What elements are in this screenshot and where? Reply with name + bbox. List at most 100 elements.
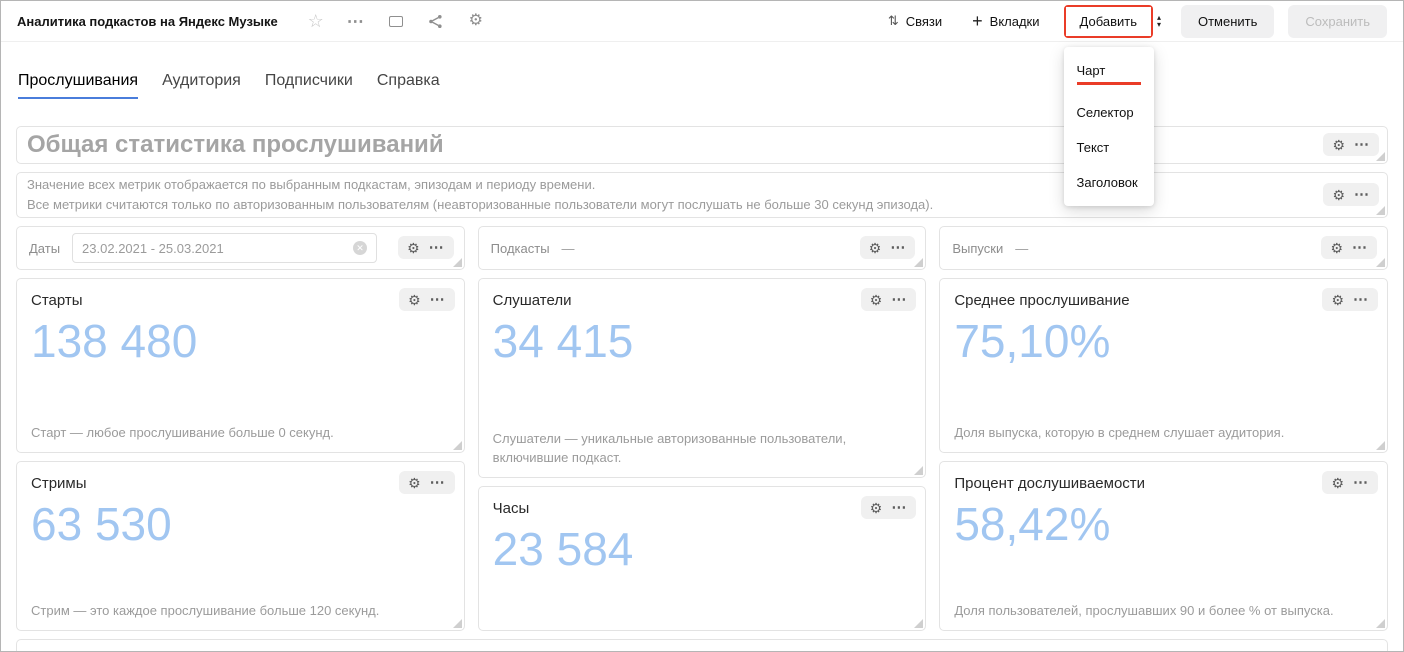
resize-handle[interactable]: [1376, 152, 1385, 161]
settings-gear-icon[interactable]: ⚙: [465, 13, 487, 29]
metric-title: Часы: [493, 500, 912, 517]
tab-audience[interactable]: Аудитория: [162, 72, 241, 99]
widget-settings-icon[interactable]: ⚙: [869, 241, 882, 255]
widget-menu-icon[interactable]: ⋯: [430, 475, 446, 490]
widget-menu-icon[interactable]: ⋯: [1353, 475, 1369, 490]
widget-menu-icon[interactable]: ⋯: [430, 292, 446, 307]
selector-label: Даты: [29, 241, 60, 256]
tab-listens[interactable]: Прослушивания: [18, 72, 138, 99]
widget-controls: ⚙ ⋯: [861, 496, 917, 519]
resize-handle[interactable]: [914, 258, 923, 267]
widget-menu-icon[interactable]: ⋯: [1354, 137, 1370, 152]
metric-value: 138 480: [31, 314, 450, 368]
selector-label: Выпуски: [952, 241, 1003, 256]
selector-label: Подкасты: [491, 241, 550, 256]
selector-podcasts: Подкасты — ⚙ ⋯: [478, 226, 927, 270]
resize-handle[interactable]: [1376, 258, 1385, 267]
menu-item-text[interactable]: Текст: [1064, 130, 1154, 165]
metric-title: Стримы: [31, 475, 450, 492]
metric-description: Старт — любое прослушивание больше 0 сек…: [31, 424, 448, 442]
cancel-button[interactable]: Отменить: [1181, 5, 1274, 38]
widget-menu-icon[interactable]: ⋯: [1353, 292, 1369, 307]
widget-menu-icon[interactable]: ⋯: [890, 240, 906, 255]
partial-widget-bottom: [16, 639, 1388, 652]
widget-controls: ⚙ ⋯: [399, 471, 455, 494]
add-dropdown-toggle[interactable]: ▴ ▾: [1153, 12, 1165, 30]
resize-handle[interactable]: [1376, 206, 1385, 215]
save-button[interactable]: Сохранить: [1288, 5, 1387, 38]
resize-handle[interactable]: [453, 619, 462, 628]
annotation-highlight-box: Добавить: [1064, 5, 1153, 38]
metric-title: Среднее прослушивание: [954, 292, 1373, 309]
widget-controls: ⚙ ⋯: [1323, 183, 1379, 206]
widget-settings-icon[interactable]: ⚙: [1331, 293, 1344, 307]
widget-controls: ⚙ ⋯: [1321, 236, 1377, 259]
widget-controls: ⚙ ⋯: [1322, 288, 1378, 311]
metric-description: Доля пользователей, прослушавших 90 и бо…: [954, 602, 1371, 620]
widget-settings-icon[interactable]: ⚙: [408, 476, 421, 490]
date-range-input[interactable]: 23.02.2021 - 25.03.2021 ✕: [72, 233, 377, 263]
share-glyph: [428, 14, 443, 29]
caret-down-icon: ▾: [1157, 21, 1161, 28]
resize-handle[interactable]: [453, 441, 462, 450]
more-actions-icon[interactable]: ⋯: [345, 13, 367, 30]
widget-settings-icon[interactable]: ⚙: [1332, 188, 1345, 202]
widget-controls: ⚙ ⋯: [398, 236, 454, 259]
widget-settings-icon[interactable]: ⚙: [408, 293, 421, 307]
resize-handle[interactable]: [453, 258, 462, 267]
widget-menu-icon[interactable]: ⋯: [1354, 187, 1370, 202]
menu-item-chart-label: Чарт: [1077, 63, 1106, 78]
menu-item-selector[interactable]: Селектор: [1064, 95, 1154, 130]
resize-handle[interactable]: [914, 619, 923, 628]
metric-value: 63 530: [31, 497, 450, 551]
metric-value: 34 415: [493, 314, 912, 368]
metric-title: Слушатели: [493, 292, 912, 309]
metric-card-listeners: Слушатели 34 415 Слушатели — уникальные …: [478, 278, 927, 478]
metric-value: 23 584: [493, 522, 912, 576]
selectors-row: Даты 23.02.2021 - 25.03.2021 ✕ ⚙ ⋯ Подка…: [16, 226, 1388, 270]
dashboard-content: Общая статистика прослушиваний ⚙ ⋯ Значе…: [1, 126, 1403, 652]
widget-settings-icon[interactable]: ⚙: [1332, 138, 1345, 152]
widget-menu-icon[interactable]: ⋯: [1352, 240, 1368, 255]
share-icon[interactable]: [425, 14, 447, 29]
resize-handle[interactable]: [1376, 441, 1385, 450]
add-menu: Чарт Селектор Текст Заголовок: [1064, 47, 1154, 206]
widget-menu-icon[interactable]: ⋯: [891, 292, 907, 307]
section-title: Общая статистика прослушиваний: [27, 131, 444, 159]
add-tab-button[interactable]: + Вкладки: [964, 12, 1047, 30]
toolbar: Аналитика подкастов на Яндекс Музыке ☆ ⋯…: [1, 1, 1403, 42]
selector-episodes: Выпуски — ⚙ ⋯: [939, 226, 1388, 270]
relations-label: Связи: [906, 14, 942, 29]
widget-settings-icon[interactable]: ⚙: [1331, 476, 1344, 490]
gear-glyph: ⚙: [469, 13, 483, 29]
relations-button[interactable]: ⇅ Связи: [880, 13, 950, 29]
metrics-grid: Старты 138 480 Старт — любое прослушиван…: [16, 278, 1388, 631]
annotation-underline: [1077, 82, 1141, 85]
widget-menu-icon[interactable]: ⋯: [891, 500, 907, 515]
dashboard-title: Аналитика подкастов на Яндекс Музыке: [17, 14, 278, 29]
menu-item-chart[interactable]: Чарт: [1064, 53, 1154, 95]
menu-item-selector-label: Селектор: [1077, 105, 1134, 120]
add-button[interactable]: Добавить: [1066, 7, 1151, 36]
resize-handle[interactable]: [914, 466, 923, 475]
frame-icon[interactable]: [385, 16, 407, 27]
favorite-star-icon[interactable]: ☆: [305, 12, 327, 30]
widget-settings-icon[interactable]: ⚙: [870, 293, 883, 307]
metric-value: 58,42%: [954, 497, 1373, 551]
tab-subscribers[interactable]: Подписчики: [265, 72, 353, 99]
resize-handle[interactable]: [1376, 619, 1385, 628]
metric-card-average-listen: Среднее прослушивание 75,10% Доля выпуск…: [939, 278, 1388, 453]
date-range-value: 23.02.2021 - 25.03.2021: [82, 241, 224, 256]
selector-value[interactable]: —: [562, 241, 575, 256]
menu-item-heading[interactable]: Заголовок: [1064, 165, 1154, 200]
add-widget-control: Добавить ▴ ▾ Чарт Селектор Текс: [1064, 5, 1165, 38]
widget-settings-icon[interactable]: ⚙: [407, 241, 420, 255]
selector-value[interactable]: —: [1015, 241, 1028, 256]
frame-glyph: [389, 16, 403, 27]
widget-settings-icon[interactable]: ⚙: [870, 501, 883, 515]
widget-menu-icon[interactable]: ⋯: [429, 240, 445, 255]
tab-help[interactable]: Справка: [377, 72, 440, 99]
widget-settings-icon[interactable]: ⚙: [1330, 241, 1343, 255]
clear-icon[interactable]: ✕: [353, 241, 367, 255]
widget-controls: ⚙ ⋯: [1322, 471, 1378, 494]
